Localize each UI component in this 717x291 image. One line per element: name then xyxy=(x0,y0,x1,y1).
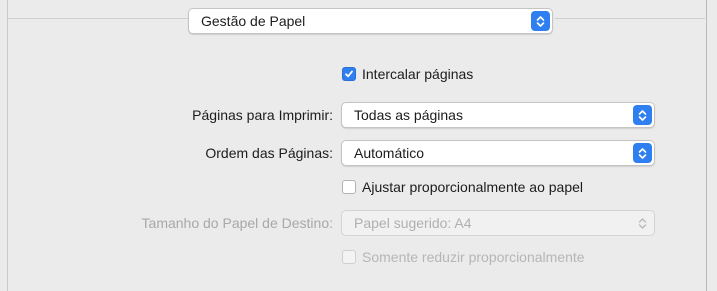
pages-to-print-label: Páginas para Imprimir: xyxy=(192,107,333,123)
panel-left-border xyxy=(7,0,8,291)
section-popup-value: Gestão de Papel xyxy=(201,13,306,29)
scale-down-only-option[interactable]: Somente reduzir proporcionalmente xyxy=(342,249,585,265)
separator-right xyxy=(555,18,705,19)
updown-chevron-icon xyxy=(633,143,652,163)
pages-to-print-value: Todas as páginas xyxy=(354,107,463,123)
page-order-value: Automático xyxy=(354,145,425,161)
scale-to-fit-option[interactable]: Ajustar proporcionalmente ao papel xyxy=(342,179,583,195)
pages-to-print-select[interactable]: Todas as páginas xyxy=(341,102,655,128)
scale-to-fit-checkbox[interactable] xyxy=(342,180,356,194)
collate-label: Intercalar páginas xyxy=(362,66,474,82)
destination-paper-size-value: Papel sugerido: A4 xyxy=(354,215,472,231)
destination-paper-size-select[interactable]: Papel sugerido: A4 xyxy=(341,210,655,236)
scale-down-only-label: Somente reduzir proporcionalmente xyxy=(362,249,585,265)
destination-paper-size-label: Tamanho do Papel de Destino: xyxy=(141,215,333,231)
updown-chevron-icon xyxy=(633,213,652,233)
panel-right-border xyxy=(706,0,707,291)
page-order-select[interactable]: Automático xyxy=(341,140,655,166)
updown-chevron-icon xyxy=(531,11,550,31)
page-order-label: Ordem das Páginas: xyxy=(205,145,333,161)
separator-left xyxy=(8,18,188,19)
paper-handling-panel: Gestão de Papel Intercalar páginas Págin… xyxy=(0,0,717,291)
updown-chevron-icon xyxy=(633,105,652,125)
collate-option[interactable]: Intercalar páginas xyxy=(342,66,473,82)
collate-checkbox[interactable] xyxy=(342,67,356,81)
scale-to-fit-label: Ajustar proporcionalmente ao papel xyxy=(362,179,584,195)
section-popup-button[interactable]: Gestão de Papel xyxy=(188,8,553,34)
scale-down-only-checkbox[interactable] xyxy=(342,250,356,264)
